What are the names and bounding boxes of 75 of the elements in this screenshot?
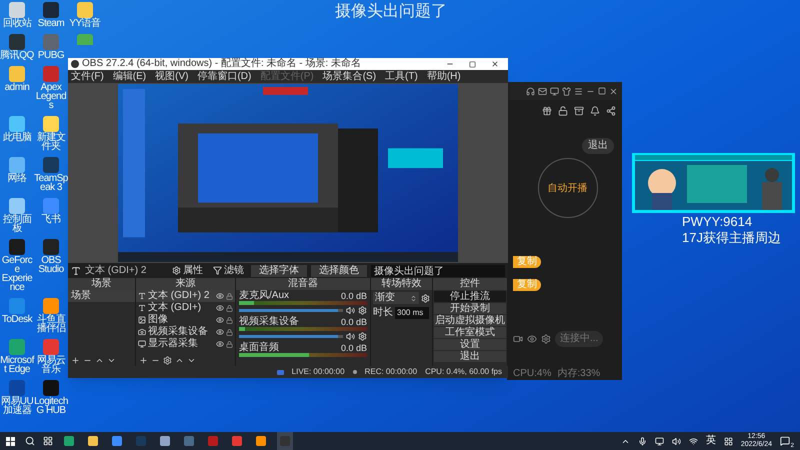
icon-label: 网易UU加速器 — [0, 397, 34, 415]
source-item[interactable]: 视频采集设备 — [136, 326, 235, 338]
icon-label: 斗鱼直播伴侣 — [36, 315, 66, 333]
source-name: 文本 (GDI+) 2 — [85, 266, 148, 276]
icon-label: 此电脑 — [2, 133, 32, 142]
dock-title: 场景 — [68, 278, 135, 290]
overlay-text: 17J获得主播周边 — [682, 230, 781, 246]
source-item[interactable]: 显示器采集 — [136, 338, 235, 350]
icon-label: 控制面板 — [2, 215, 32, 233]
icon-label: Microsoft Edge — [0, 356, 34, 374]
live-time: LIVE: 00:00:00 — [292, 368, 345, 376]
channel-level-reading: 0.0 dB — [340, 343, 367, 353]
control-button[interactable]: 开始录制 — [434, 303, 506, 314]
control-button[interactable]: 启动虚拟摄像机 — [434, 315, 506, 326]
stat-text: CPU:4% — [513, 369, 552, 379]
menu-item[interactable]: 文件(F) — [71, 72, 104, 82]
filters-button[interactable]: 滤镜 — [210, 266, 247, 276]
window-title: OBS 27.2.4 (64-bit, windows) - 配置文件: 未命名 - 场景: 未命名 — [82, 59, 362, 69]
icon-label: Steam — [36, 19, 66, 28]
icon-label: Apex Legends — [34, 83, 68, 110]
channel-level-reading: 0.0 dB — [340, 291, 367, 301]
icon-label: admin — [4, 83, 30, 92]
overlay-text: PWYY:9614 — [682, 214, 754, 230]
control-button[interactable]: 设置 — [434, 339, 506, 350]
source-item[interactable]: 图像 — [136, 314, 235, 326]
icon-label: YY语音 — [68, 19, 102, 28]
properties-button[interactable]: 属性 — [169, 266, 206, 276]
icon-label: GeForce Experience — [0, 256, 34, 292]
channel-level-reading: 0.0 dB — [340, 317, 367, 327]
select-font-button[interactable]: 选择字体 — [251, 264, 307, 276]
menu-item[interactable]: 场景集合(S) — [322, 72, 376, 82]
select-color-button[interactable]: 选择颜色 — [311, 264, 367, 276]
menu-item[interactable]: 视图(V) — [155, 72, 188, 82]
icon-label: 腾讯QQ — [0, 51, 34, 60]
icon-label: 网络 — [6, 174, 28, 183]
control-button[interactable]: 工作室模式 — [434, 327, 506, 338]
control-button[interactable]: 停止推流 — [434, 291, 506, 302]
exit-button[interactable]: 退出 — [582, 138, 614, 154]
icon-label: 飞书 — [40, 215, 62, 224]
dock-title: 控件 — [433, 278, 507, 290]
dock-title: 来源 — [136, 278, 235, 290]
icon-label: 回收站 — [2, 19, 33, 28]
cpu-fps: CPU: 0.4%, 60.00 fps — [425, 368, 502, 376]
icon-label: 网易云音乐 — [36, 356, 66, 374]
icon-label: TeamSpeak 3 — [34, 174, 68, 192]
text-input-field[interactable]: 摄像头出问题了 — [371, 264, 505, 276]
menu-item[interactable]: 工具(T) — [385, 72, 418, 82]
input-method[interactable]: 英 — [706, 436, 716, 446]
overlay-caption: 摄像头出问题了 — [335, 2, 447, 22]
auto-start-button[interactable]: 自动开播 — [538, 158, 598, 218]
source-label: 视频采集设备 — [148, 327, 209, 337]
duration-field[interactable]: 300 ms — [395, 307, 429, 319]
stat-text: 内存:33% — [557, 369, 600, 379]
dock-title: 转场特效 — [371, 278, 432, 290]
menu-item[interactable]: 帮助(H) — [426, 72, 461, 82]
icon-label: PUBG — [36, 51, 66, 60]
menu-item[interactable]: 停靠窗口(D) — [197, 72, 252, 82]
source-item[interactable]: 文本 (GDI+) — [136, 302, 235, 314]
transition-select[interactable]: 渐变 — [373, 292, 419, 304]
scene-item[interactable]: 场景 — [68, 290, 135, 302]
icon-label: 新建文件夹 — [36, 133, 66, 151]
source-label: 图像 — [148, 315, 169, 325]
icon-label: OBS Studio — [37, 256, 65, 274]
channel-name: 视频采集设备 — [239, 317, 299, 327]
channel-name: 麦克风/Aux — [239, 291, 290, 301]
control-button[interactable]: 退出 — [434, 351, 506, 362]
channel-name: 桌面音频 — [239, 343, 279, 353]
icon-label: Logitech G HUB — [34, 397, 68, 415]
icon-label: ToDesk — [0, 315, 34, 324]
rec-time: REC: 00:00:00 — [364, 368, 418, 376]
dock-title: 混音器 — [236, 278, 370, 290]
duration-label: 时长 — [373, 308, 393, 318]
source-label: 文本 (GDI+) — [148, 303, 202, 313]
source-label: 显示器采集 — [148, 339, 199, 349]
menu-item[interactable]: 编辑(E) — [112, 72, 146, 82]
